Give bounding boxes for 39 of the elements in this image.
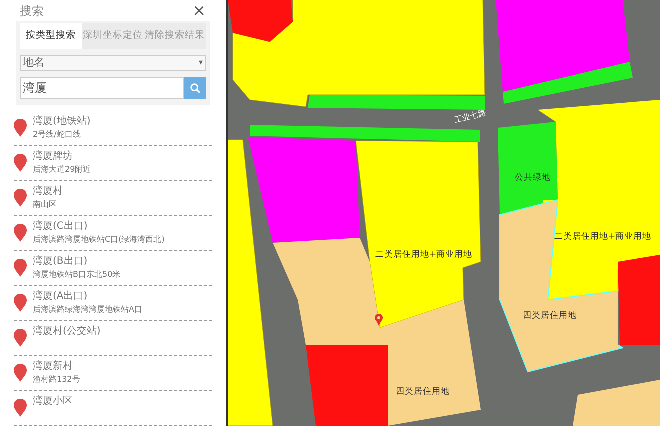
- search-tab[interactable]: 清除搜索结果: [144, 23, 206, 49]
- search-field[interactable]: 湾厦: [20, 77, 184, 99]
- land-use-label: 二类居住用地+商业用地: [554, 232, 652, 242]
- search-result-item[interactable]: 湾厦小区: [14, 391, 212, 426]
- search-result-item[interactable]: 湾厦村(公交站): [14, 321, 212, 356]
- search-result-item[interactable]: 湾厦(B出口) 湾厦地铁站B口东北50米: [14, 251, 212, 286]
- search-result-item[interactable]: 湾厦牌坊 后海大道29附近: [14, 146, 212, 181]
- result-address: 后海大道29附近: [33, 166, 92, 174]
- result-address: 后海滨路湾厦地铁站C口(绿海湾西北): [33, 236, 165, 244]
- result-name: 湾厦小区: [33, 397, 73, 407]
- result-address: 渔村路132号: [33, 376, 80, 384]
- road-label: 工业七路: [454, 108, 487, 125]
- search-tab[interactable]: 深圳坐标定位: [82, 23, 144, 49]
- search-result-item[interactable]: 湾厦(A出口) 后海滨路绿海湾湾厦地铁站A口: [14, 286, 212, 321]
- search-result-item[interactable]: 湾厦(C出口) 后海滨路湾厦地铁站C口(绿海湾西北): [14, 216, 212, 251]
- result-address: 南山区: [33, 201, 58, 209]
- result-name: 湾厦(A出口): [33, 292, 89, 302]
- result-name: 湾厦村: [33, 187, 63, 197]
- result-name: 湾厦牌坊: [33, 152, 74, 162]
- result-name: 湾厦(地铁站): [33, 117, 91, 127]
- search-tab[interactable]: 按类型搜索: [20, 23, 82, 49]
- result-name: 湾厦(B出口): [33, 257, 89, 267]
- type-dropdown[interactable]: 地名 ▾: [20, 55, 206, 71]
- result-name: 湾厦村(公交站): [33, 327, 101, 337]
- panel-title: 搜索: [20, 2, 44, 20]
- result-address: 湾厦地铁站B口东北50米: [33, 271, 121, 279]
- close-button[interactable]: ×: [192, 2, 206, 18]
- land-use-label: 四类居住用地: [523, 311, 577, 321]
- result-address: 2号线/蛇口线: [33, 131, 82, 139]
- search-result-item[interactable]: 湾厦新村 渔村路132号: [14, 356, 212, 391]
- land-use-label: 二类居住用地+商业用地: [375, 250, 473, 260]
- result-address: 后海滨路绿海湾湾厦地铁站A口: [33, 306, 142, 314]
- caret-icon: ▾: [198, 57, 203, 69]
- land-use-label: 公共绿地: [515, 173, 551, 183]
- result-name: 湾厦新村: [33, 362, 74, 372]
- result-name: 湾厦(C出口): [33, 222, 89, 232]
- search-result-item[interactable]: 湾厦村 南山区: [14, 181, 212, 216]
- search-result-item[interactable]: 湾厦(地铁站) 2号线/蛇口线: [14, 111, 212, 146]
- land-use-label: 四类居住用地: [396, 387, 450, 397]
